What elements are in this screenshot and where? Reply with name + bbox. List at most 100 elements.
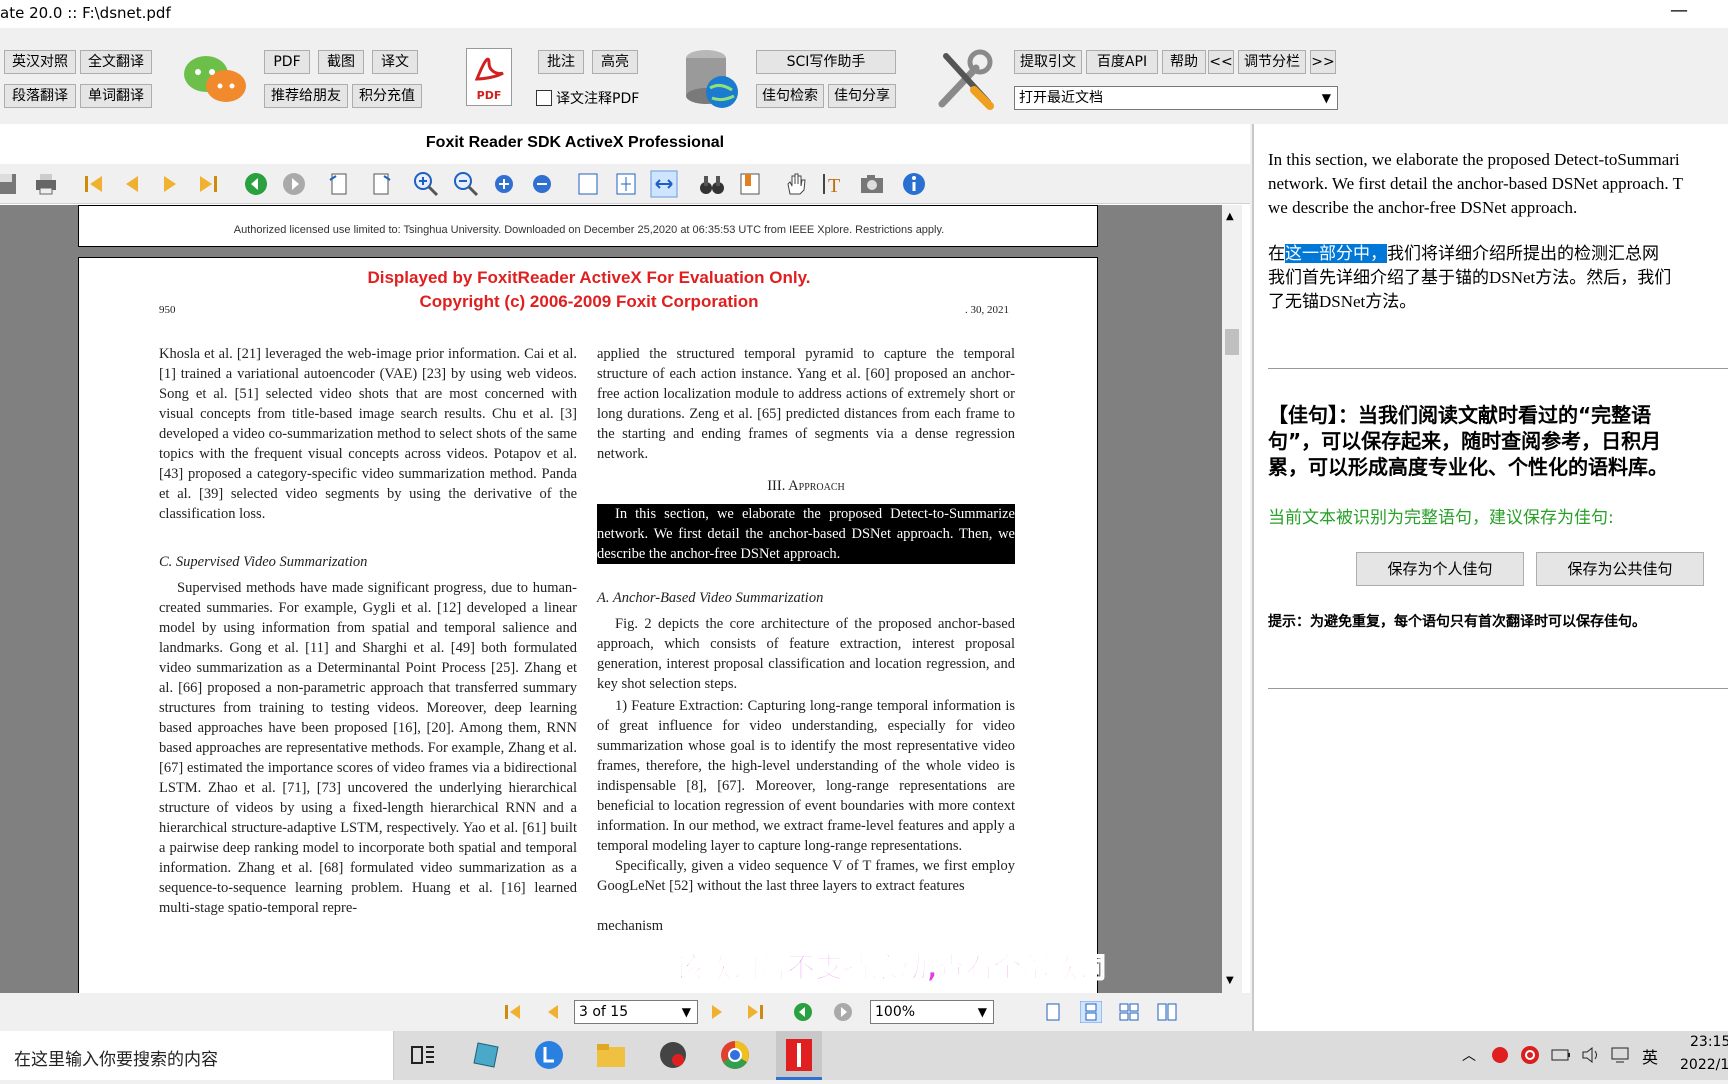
next-page-icon[interactable] [156,170,184,198]
tray-chevron-icon[interactable]: ︿ [1462,1045,1476,1065]
fit-width-icon[interactable] [650,170,678,198]
page-select[interactable]: 3 of 15 ▼ [574,1000,698,1024]
translation-line-1[interactable]: 在这一部分中，我们将详细介绍所提出的检测汇总网 [1268,242,1659,266]
l-app-icon[interactable] [532,1039,566,1071]
screenshot-button[interactable]: 截图 [318,50,364,74]
nav-back-icon[interactable] [792,1001,814,1023]
recharge-button[interactable]: 积分充值 [352,84,422,108]
plus-circle-icon[interactable] [490,170,518,198]
file-explorer-icon[interactable] [594,1039,628,1071]
netease-tray-icon[interactable] [1520,1045,1540,1065]
back-icon[interactable] [242,170,270,198]
taskbar-search[interactable]: 在这里输入你要搜索的内容 [0,1031,394,1080]
database-globe-icon[interactable] [680,48,740,112]
wechat-icon[interactable] [180,50,250,110]
divider [1268,368,1728,369]
binoculars-icon[interactable] [698,170,726,198]
sentence-search-button[interactable]: 佳句检索 [756,84,824,108]
continuous-page-icon[interactable] [1080,1001,1102,1023]
nav-last-page-icon[interactable] [744,1001,766,1023]
nav-forward-icon[interactable] [832,1001,854,1023]
chevron-down-icon: ▼ [681,1005,691,1019]
recommend-button[interactable]: 推荐给朋友 [264,84,348,108]
rotate-left-icon[interactable] [326,170,354,198]
text-select-icon[interactable]: T [820,170,848,198]
sentence-share-button[interactable]: 佳句分享 [828,84,896,108]
network-icon[interactable] [1610,1045,1632,1065]
bilingual-button[interactable]: 英汉对照 [4,50,76,74]
pdf-button[interactable]: PDF [264,50,310,74]
continuous-facing-icon[interactable] [1156,1001,1178,1023]
nav-prev-page-icon[interactable] [542,1001,564,1023]
save-icon[interactable] [0,170,20,198]
record-tray-icon[interactable] [1490,1045,1510,1065]
chrome-icon[interactable] [718,1039,752,1071]
zoom-out-icon[interactable] [452,170,480,198]
selected-text[interactable]: In this section, we elaborate the propos… [597,504,1015,564]
annotate-pdf-checkbox[interactable] [536,90,552,106]
nav-next-page-icon[interactable] [706,1001,728,1023]
minimize-button[interactable]: — [1668,0,1690,28]
forward-icon[interactable] [280,170,308,198]
first-page-icon[interactable] [80,170,108,198]
snapshot-icon[interactable] [858,170,886,198]
document-area[interactable]: Authorized licensed use limited to: Tsin… [0,205,1222,993]
battery-icon[interactable] [1550,1045,1572,1065]
highlight-button[interactable]: 高亮 [592,50,638,74]
full-translate-button[interactable]: 全文翻译 [80,50,152,74]
page-display: 3 of 15 [579,1004,629,1020]
tools-icon[interactable] [934,46,998,112]
save-public-button[interactable]: 保存为公共佳句 [1536,552,1704,586]
pdf-file-icon[interactable]: PDF [466,48,512,106]
paragraph-translate-button[interactable]: 段落翻译 [4,84,76,108]
single-page-icon[interactable] [1042,1001,1064,1023]
active-app-tile[interactable] [776,1031,822,1080]
rotate-right-icon[interactable] [366,170,394,198]
fit-page-icon[interactable] [612,170,640,198]
collapse-left-button[interactable]: << [1208,50,1234,74]
adjust-columns-button[interactable]: 调节分栏 [1238,50,1306,74]
nav-first-page-icon[interactable] [502,1001,524,1023]
bookmark-icon[interactable] [736,170,764,198]
translation-selection[interactable]: 这一部分中， [1285,244,1387,263]
task-view-icon[interactable] [410,1043,436,1067]
facing-page-icon[interactable] [1118,1001,1140,1023]
annotate-button[interactable]: 批注 [538,50,584,74]
source-line-1: In this section, we elaborate the propos… [1268,150,1680,169]
zoom-value: 100% [875,1004,916,1020]
chevron-down-icon: ▼ [1321,91,1331,105]
info-icon[interactable] [900,170,928,198]
notebook-app-icon[interactable] [470,1039,504,1071]
last-page-icon[interactable] [194,170,222,198]
recorder-app-icon[interactable] [656,1039,690,1071]
volume-icon[interactable] [1580,1045,1602,1065]
vertical-scrollbar[interactable]: ▲ ▼ [1222,205,1242,993]
help-button[interactable]: 帮助 [1162,50,1206,74]
prev-page-icon[interactable] [118,170,146,198]
page-header-right: . 30, 2021 [965,304,1009,316]
baidu-api-button[interactable]: 百度API [1086,50,1158,74]
translation-button[interactable]: 译文 [372,50,418,74]
jiaju-line-3: 累，可以形成高度专业化、个性化的语料库。 [1268,455,1668,479]
pdf-page[interactable]: Displayed by FoxitReader ActiveX For Eva… [78,257,1098,993]
scroll-thumb[interactable] [1225,329,1239,355]
actual-size-icon[interactable] [574,170,602,198]
ime-indicator[interactable]: 英 [1642,1044,1658,1068]
recent-documents-select[interactable]: 打开最近文档 ▼ [1014,86,1338,110]
scroll-up-icon[interactable]: ▲ [1226,211,1234,222]
scroll-down-icon[interactable]: ▼ [1226,975,1234,986]
clock-time[interactable]: 23:15 [1690,1034,1728,1050]
print-icon[interactable] [32,170,60,198]
expand-right-button[interactable]: >> [1310,50,1336,74]
zoom-in-icon[interactable] [412,170,440,198]
save-personal-button[interactable]: 保存为个人佳句 [1356,552,1524,586]
recognized-message: 当前文本被识别为完整语句，建议保存为佳句: [1268,508,1614,528]
minus-circle-icon[interactable] [528,170,556,198]
hand-tool-icon[interactable] [782,170,810,198]
word-translate-button[interactable]: 单词翻译 [80,84,152,108]
clock-date[interactable]: 2022/1 [1680,1057,1728,1073]
left-col-paragraph-1: Khosla et al. [21] leveraged the web-ima… [159,346,577,522]
sci-writing-button[interactable]: SCI写作助手 [756,50,896,74]
zoom-select[interactable]: 100% ▼ [870,1000,994,1024]
extract-citation-button[interactable]: 提取引文 [1014,50,1082,74]
